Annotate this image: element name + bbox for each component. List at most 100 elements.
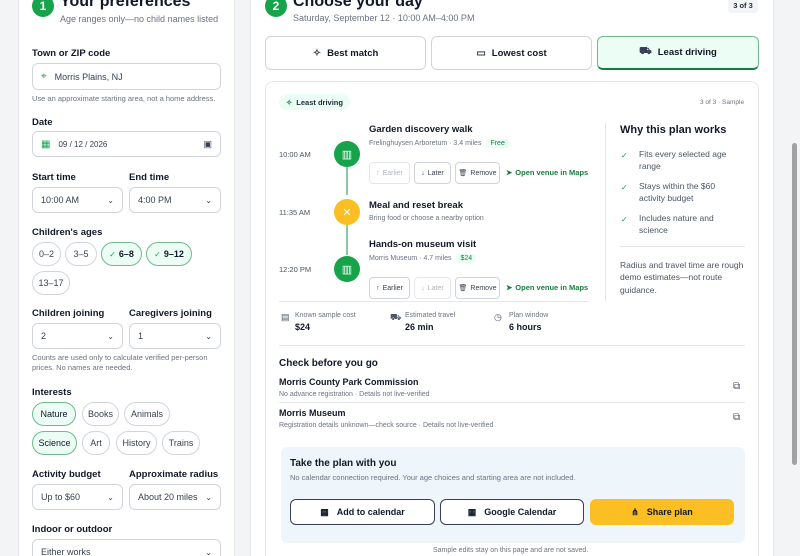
- age-chip-label: 3–5: [73, 249, 89, 259]
- age-chip-3-5[interactable]: 3–5: [65, 242, 97, 266]
- interest-chip-animals[interactable]: Animals: [124, 402, 170, 426]
- age-chip-0-2[interactable]: 0–2: [32, 242, 61, 266]
- tab-label: Best match: [327, 47, 379, 59]
- location-input[interactable]: ⌖ Morris Plains, NJ: [32, 63, 221, 90]
- check-icon: ✓: [621, 183, 628, 192]
- age-chip-13-17[interactable]: 13–17: [32, 271, 70, 295]
- section-separator: [279, 345, 745, 346]
- indoor-outdoor-select[interactable]: Either works ⌄: [32, 539, 221, 556]
- button-label: Share plan: [646, 507, 693, 517]
- interest-chip-label: Nature: [40, 409, 68, 419]
- date-input[interactable]: ▦ 09 / 12 / 2026 ▣: [32, 131, 221, 157]
- arrow-up-icon: ↑: [376, 284, 380, 292]
- clock-icon: ◷: [494, 312, 502, 322]
- counts-help: Counts are used only to calculate verifi…: [32, 353, 208, 373]
- interest-chip-label: Art: [90, 438, 102, 448]
- link-label: Open venue in Maps: [515, 168, 589, 177]
- stop-time: 11:35 AM: [279, 208, 311, 217]
- tab-label: Least driving: [657, 47, 717, 58]
- button-label: Earlier: [382, 169, 403, 177]
- children-joining-label: Children joining: [32, 308, 105, 319]
- remove-button[interactable]: 🗑 Remove: [455, 277, 500, 299]
- stat-label: Plan window: [509, 312, 549, 319]
- button-label: Earlier: [382, 284, 403, 292]
- share-icon: ⋔: [631, 506, 639, 517]
- interest-chip-art[interactable]: Art: [82, 431, 110, 455]
- why-item: Includes nature and science: [639, 213, 714, 236]
- add-to-calendar-button[interactable]: ▦ Add to calendar: [290, 499, 435, 525]
- chevron-down-icon: ⌄: [107, 331, 114, 341]
- navigation-icon: ➤: [506, 283, 513, 292]
- caregivers-joining-value: 1: [138, 331, 144, 341]
- children-joining-select[interactable]: 2 ⌄: [32, 323, 123, 349]
- tab-least-driving[interactable]: ⛟ Least driving: [597, 36, 759, 70]
- age-chip-6-8[interactable]: ✓ 6–8: [101, 242, 142, 266]
- button-label: Google Calendar: [484, 507, 557, 517]
- end-time-select[interactable]: 4:00 PM ⌄: [129, 187, 221, 213]
- start-time-select[interactable]: 10:00 AM ⌄: [32, 187, 123, 213]
- check-icon: ✓: [621, 151, 628, 160]
- stat-label: Estimated travel: [405, 312, 456, 319]
- chevron-down-icon: ⌄: [107, 492, 114, 502]
- stop-title: Hands-on museum visit: [369, 239, 477, 250]
- venue-details: Registration details unknown—check sourc…: [279, 422, 494, 429]
- choose-day-subtitle: Saturday, September 12 · 10:00 AM–4:00 P…: [293, 13, 475, 23]
- earlier-button[interactable]: ↑ Earlier: [369, 162, 410, 184]
- receipt-icon: ▤: [281, 312, 290, 322]
- interest-chip-label: History: [122, 438, 151, 448]
- plan-meta: 3 of 3 · Sample: [700, 99, 745, 106]
- interest-chip-nature[interactable]: Nature: [32, 402, 76, 426]
- button-label: Add to calendar: [336, 507, 405, 517]
- share-plan-button[interactable]: ⋔ Share plan: [590, 499, 734, 525]
- budget-select[interactable]: Up to $60 ⌄: [32, 484, 123, 510]
- venue-details: No advance registration · Details not li…: [279, 391, 430, 398]
- tab-label: Lowest cost: [491, 47, 547, 59]
- stop-details: Bring food or choose a nearby option: [369, 215, 484, 222]
- later-button[interactable]: ↓ Later: [414, 277, 451, 299]
- chevron-down-icon: ⌄: [205, 492, 212, 502]
- google-calendar-button[interactable]: ▦ Google Calendar: [440, 499, 584, 525]
- why-item: Stays within the $60 activity budget: [639, 181, 716, 204]
- date-field: ▦ 09 / 12 / 2026: [41, 139, 107, 150]
- stop-title: Garden discovery walk: [369, 124, 473, 135]
- interest-chip-history[interactable]: History: [116, 431, 157, 455]
- interest-chip-label: Books: [87, 409, 113, 419]
- stop-time: 10:00 AM: [279, 150, 311, 159]
- external-link-icon[interactable]: ⧉: [733, 412, 740, 423]
- preferences-title: Your preferences: [60, 0, 191, 10]
- arrow-up-icon: ↑: [376, 169, 380, 177]
- button-label: Later: [427, 169, 444, 177]
- earlier-button[interactable]: ↑ Earlier: [369, 277, 410, 299]
- ages-label: Children's ages: [32, 227, 103, 238]
- caregivers-joining-select[interactable]: 1 ⌄: [129, 323, 221, 349]
- stat-value: $24: [295, 322, 311, 332]
- open-maps-link[interactable]: ➤ Open venue in Maps: [506, 283, 588, 292]
- venue-separator: [279, 402, 745, 403]
- end-time-value: 4:00 PM: [138, 195, 172, 205]
- interest-chip-trains[interactable]: Trains: [162, 431, 200, 455]
- tab-lowest-cost[interactable]: ▭ Lowest cost: [431, 36, 592, 70]
- interest-chip-science[interactable]: Science: [32, 431, 77, 455]
- trash-icon: 🗑: [458, 170, 468, 177]
- price-tag: $24: [456, 254, 477, 263]
- page-scrollbar[interactable]: [792, 143, 797, 465]
- date-picker-icon[interactable]: ▣: [203, 139, 212, 150]
- tab-best-match[interactable]: ✧ Best match: [265, 36, 426, 70]
- plan-type-badge: ✧ Least driving: [279, 94, 350, 110]
- radius-select[interactable]: About 20 miles ⌄: [129, 484, 221, 510]
- remove-button[interactable]: 🗑 Remove: [455, 162, 500, 184]
- open-maps-link[interactable]: ➤ Open venue in Maps: [506, 168, 588, 177]
- check-icon: ✓: [621, 215, 628, 224]
- interest-chip-books[interactable]: Books: [82, 402, 119, 426]
- sparkle-icon: ✧: [312, 47, 322, 59]
- age-chip-9-12[interactable]: ✓ 9–12: [146, 242, 192, 266]
- location-help: Use an approximate starting area, not a …: [32, 94, 216, 103]
- stop-time: 12:20 PM: [279, 265, 312, 274]
- external-link-icon[interactable]: ⧉: [733, 381, 740, 392]
- calendar-add-icon: ▦: [320, 506, 329, 517]
- age-chip-label: 13–17: [38, 278, 64, 288]
- arrow-down-icon: ↓: [421, 284, 425, 292]
- later-button[interactable]: ↓ Later: [414, 162, 451, 184]
- why-item: Fits every selected age range: [639, 149, 727, 172]
- age-chip-label: 6–8: [118, 249, 134, 259]
